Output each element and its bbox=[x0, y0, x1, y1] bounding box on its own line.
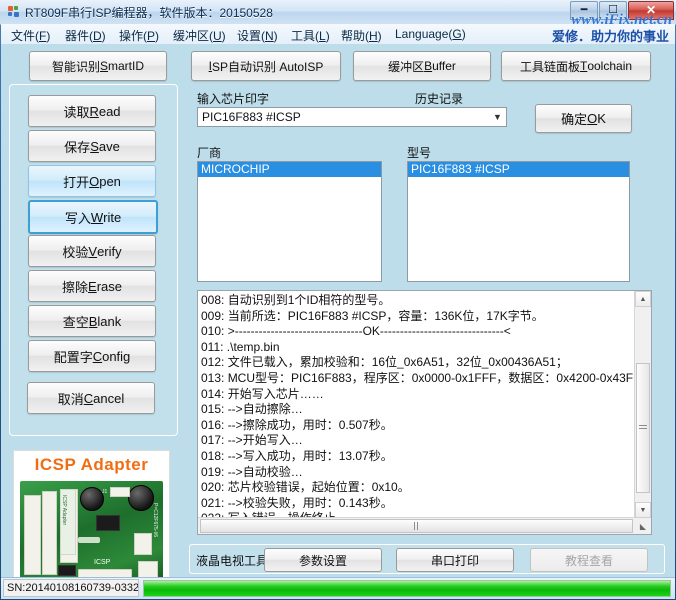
list-item[interactable]: PIC16F883 #ICSP bbox=[408, 162, 629, 177]
vendor-group: 厂商 MICROCHIP bbox=[197, 144, 382, 282]
chip-input-group: 输入芯片印字 历史记录 PIC16F883 #ICSP ▼ 确定 OK bbox=[197, 90, 663, 138]
app-icon bbox=[7, 5, 20, 18]
log-line: 017: -->开始写入… bbox=[201, 433, 303, 448]
top-toolbar: 智能识别 SmartID I SP自动识别 AutoISP 缓冲区 Buffer … bbox=[1, 44, 675, 84]
chip-name-combobox[interactable]: PIC16F883 #ICSP ▼ bbox=[197, 107, 507, 127]
log-line: 010: >--------------------------------OK… bbox=[201, 324, 511, 339]
menu-item-buffer[interactable]: 缓冲区(U) bbox=[171, 27, 228, 44]
lcd-tool-panel: 液晶电视工具 参数设置 串口打印 教程查看 bbox=[189, 544, 665, 574]
serial-number-field: SN:20140108160739-0332 bbox=[3, 579, 139, 597]
status-bar: SN:20140108160739-0332 bbox=[1, 577, 675, 599]
brand-slogan: 爱修．助力你的事业 bbox=[551, 29, 669, 44]
history-label: 历史记录 bbox=[415, 92, 464, 106]
vendor-label: 厂商 bbox=[197, 146, 222, 160]
toolchain-button[interactable]: 工具链面板 Toolchain bbox=[501, 51, 651, 81]
model-listbox[interactable]: PIC16F883 #ICSP bbox=[407, 161, 630, 282]
menu-item-operation[interactable]: 操作(P) bbox=[117, 27, 161, 44]
log-line: 016: -->擦除成功，用时：0.507秒。 bbox=[201, 417, 393, 432]
log-line: 021: -->校验失败，用时：0.143秒。 bbox=[201, 495, 393, 510]
chip-input-label: 输入芯片印字 bbox=[197, 92, 270, 106]
chevron-down-icon[interactable]: ▼ bbox=[489, 108, 506, 126]
log-line: 009: 当前所选：PIC16F883 #ICSP，容量：136K位，17K字节… bbox=[201, 308, 544, 323]
log-line: 015: -->自动擦除… bbox=[201, 402, 303, 417]
smartid-button[interactable]: 智能识别 SmartID bbox=[29, 51, 167, 81]
log-line: 013: MCU型号：PIC16F883，程序区：0x0000-0x1FFF，数… bbox=[201, 370, 634, 385]
blank-button[interactable]: 查空 Blank bbox=[28, 305, 156, 337]
adapter-caption: ICSP Adapter bbox=[34, 455, 149, 474]
log-line: 008: 自动识别到1个ID相符的型号。 bbox=[201, 293, 391, 307]
log-horizontal-scrollbar[interactable] bbox=[198, 517, 635, 534]
verify-button[interactable]: 校验 Verify bbox=[28, 235, 156, 267]
scroll-up-icon[interactable]: ▲ bbox=[635, 291, 651, 307]
pcb-photo: ICSP Adapter J1 ICSP P=C12F675-I/6 bbox=[20, 481, 163, 587]
open-button[interactable]: 打开 Open bbox=[28, 165, 156, 197]
window-title: RT809F串行ISP编程器，软件版本：20150528 bbox=[25, 6, 273, 20]
tutorial-view-button: 教程查看 bbox=[530, 548, 648, 572]
progress-bar bbox=[143, 580, 671, 597]
log-line: 014: 开始写入芯片…… bbox=[201, 386, 324, 401]
menu-item-file[interactable]: 文件(F) bbox=[9, 27, 52, 44]
scroll-thumb-horizontal[interactable] bbox=[200, 519, 633, 533]
progress-fill bbox=[144, 581, 670, 596]
log-line: 020: 芯片校验错误，起始位置：0x10。 bbox=[201, 480, 410, 495]
log-line: 012: 文件已载入，累加校验和：16位_0x6A51，32位_0x00436A… bbox=[201, 355, 568, 370]
param-settings-button[interactable]: 参数设置 bbox=[264, 548, 382, 572]
read-button[interactable]: 读取 Read bbox=[28, 95, 156, 127]
application-window: RT809F串行ISP编程器，软件版本：20150528 ━ ☐ ✕ www.i… bbox=[0, 0, 676, 600]
model-label: 型号 bbox=[407, 146, 432, 160]
serial-print-button[interactable]: 串口打印 bbox=[396, 548, 514, 572]
menu-item-device[interactable]: 器件(D) bbox=[63, 27, 108, 44]
model-group: 型号 PIC16F883 #ICSP bbox=[407, 144, 630, 282]
menu-item-help[interactable]: 帮助(H) bbox=[339, 27, 384, 44]
chip-name-value: PIC16F883 #ICSP bbox=[202, 110, 301, 124]
buffer-button[interactable]: 缓冲区 Buffer bbox=[353, 51, 491, 81]
log-line: 011: .\temp.bin bbox=[201, 339, 280, 354]
config-button[interactable]: 配置字 Config bbox=[28, 340, 156, 372]
menu-item-language[interactable]: Language(G) bbox=[393, 27, 468, 41]
cancel-button[interactable]: 取消 Cancel bbox=[27, 382, 155, 414]
list-item[interactable]: MICROCHIP bbox=[198, 162, 381, 177]
title-bar: RT809F串行ISP编程器，软件版本：20150528 ━ ☐ ✕ www.i… bbox=[0, 0, 676, 28]
save-button[interactable]: 保存 Save bbox=[28, 130, 156, 162]
log-text-area[interactable]: 008: 自动识别到1个ID相符的型号。 009: 当前所选：PIC16F883 … bbox=[198, 291, 634, 517]
ok-button[interactable]: 确定 OK bbox=[535, 104, 632, 133]
erase-button[interactable]: 擦除 Erase bbox=[28, 270, 156, 302]
adapter-image: ICSP Adapter ICSP Adapter J1 ICSP P=C12F… bbox=[13, 450, 170, 594]
autoisp-button[interactable]: I SP自动识别 AutoISP bbox=[191, 51, 341, 81]
log-line: 018: -->写入成功，用时：13.07秒。 bbox=[201, 448, 393, 463]
lcd-tool-label: 液晶电视工具 bbox=[196, 554, 269, 568]
vendor-listbox[interactable]: MICROCHIP bbox=[197, 161, 382, 282]
menu-item-tools[interactable]: 工具(L) bbox=[289, 27, 332, 44]
menu-item-settings[interactable]: 设置(N) bbox=[235, 27, 280, 44]
resize-grip[interactable]: ◣ bbox=[635, 518, 651, 534]
log-vertical-scrollbar[interactable]: ▲ ▼ bbox=[634, 291, 651, 518]
scroll-down-icon[interactable]: ▼ bbox=[635, 502, 651, 518]
log-output[interactable]: 008: 自动识别到1个ID相符的型号。 009: 当前所选：PIC16F883 … bbox=[197, 290, 652, 535]
write-button[interactable]: 写入 Write bbox=[28, 200, 158, 234]
log-line: 019: -->自动校验… bbox=[201, 464, 303, 479]
client-area: 智能识别 SmartID I SP自动识别 AutoISP 缓冲区 Buffer … bbox=[1, 44, 675, 594]
scroll-thumb[interactable] bbox=[636, 363, 650, 493]
menu-bar: 文件(F) 器件(D) 操作(P) 缓冲区(U) 设置(N) 工具(L) 帮助(… bbox=[1, 24, 675, 45]
